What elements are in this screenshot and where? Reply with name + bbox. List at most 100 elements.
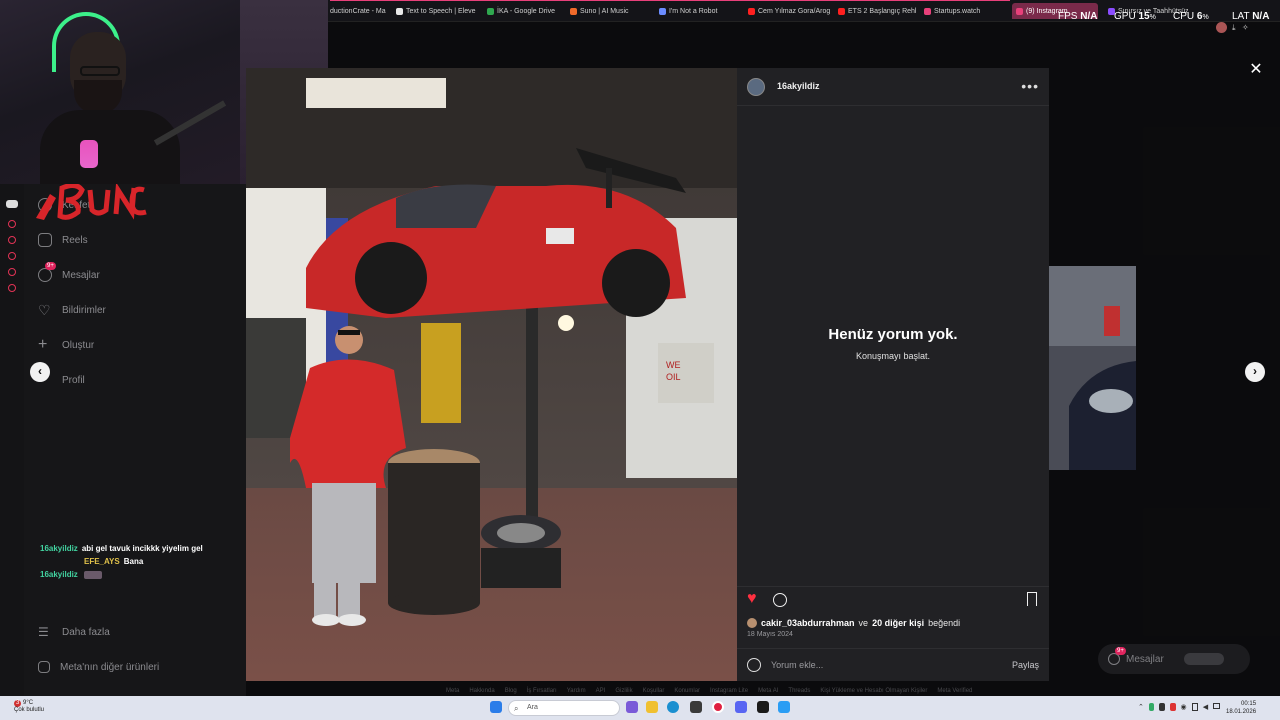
tray-app-icon[interactable]	[1159, 703, 1165, 711]
discord-icon[interactable]	[735, 701, 747, 713]
tray-app-icon[interactable]	[1148, 703, 1155, 711]
likes-suffix: beğendi	[928, 618, 961, 628]
discord-icon[interactable]	[6, 200, 18, 208]
weather-desc: Çok bulutlu	[14, 707, 45, 713]
messages-float-button[interactable]: 9+ Mesajlar	[1098, 644, 1250, 674]
more-options-icon[interactable]: •••	[1021, 78, 1039, 94]
tab-favicon-icon	[838, 7, 845, 15]
clock[interactable]: 00:15 18.01.2026	[1226, 700, 1256, 716]
copilot-icon[interactable]	[626, 701, 638, 713]
edge-icon[interactable]	[667, 701, 679, 713]
footer-link[interactable]: Meta	[446, 688, 459, 694]
browser-tab[interactable]: Startups.watch	[924, 3, 1004, 19]
download-icon[interactable]: ⤓	[1232, 23, 1236, 33]
post-username[interactable]: 16akyildiz	[777, 81, 820, 91]
footer-link[interactable]: Hakkında	[469, 688, 494, 694]
chat-username: 16akyildiz	[40, 570, 78, 579]
store-icon[interactable]	[690, 701, 702, 713]
chat-username: 16akyildiz	[40, 544, 78, 553]
profile-avatar-icon[interactable]	[1216, 22, 1227, 33]
streamer-toolbar	[0, 180, 24, 696]
settings-icon[interactable]	[8, 284, 16, 292]
tray-chevron-icon[interactable]: ⌃	[1138, 703, 1144, 713]
liker-avatar[interactable]	[747, 618, 757, 628]
garage-photo: WE OIL	[246, 68, 737, 681]
comment-input[interactable]: Yorum ekle...	[771, 660, 823, 670]
nav-create[interactable]: + Oluştur	[38, 334, 94, 356]
weather-badge: 3	[14, 700, 22, 707]
weather-widget[interactable]: 3 9°C Çok bulutlu	[14, 700, 44, 714]
browser-tab[interactable]: Cem Yılmaz Gora/Arog	[748, 3, 830, 19]
settings-icon[interactable]: ✧	[1242, 23, 1249, 32]
nav-reels[interactable]: Reels	[38, 229, 88, 251]
chat-icon[interactable]	[8, 252, 16, 260]
system-tray[interactable]: ⌃ ◉ ◀	[1138, 703, 1221, 713]
footer-link[interactable]: API	[596, 688, 606, 694]
battery-icon[interactable]	[1213, 703, 1221, 709]
browser-tab[interactable]: ETS 2 Başlangıç Rehbe	[838, 3, 916, 19]
network-icon[interactable]	[1191, 703, 1198, 711]
share-button[interactable]: Paylaş	[1012, 660, 1039, 670]
nav-messages[interactable]: 9+ Mesajlar	[38, 262, 100, 286]
post-date[interactable]: 18 Mayıs 2024	[747, 631, 793, 638]
footer-link[interactable]: Threads	[788, 688, 810, 694]
steam-icon[interactable]	[757, 701, 769, 713]
contact-avatars	[1183, 653, 1224, 665]
tray-app-icon[interactable]	[1169, 703, 1176, 711]
no-comments-title: Henüz yorum yok.	[828, 326, 958, 343]
tab-favicon-icon	[748, 7, 755, 15]
nav-meta-products[interactable]: Meta'nın diğer ürünleri	[38, 656, 159, 678]
footer-link[interactable]: Instagram Lite	[710, 688, 748, 694]
footer-link[interactable]: Blog	[505, 688, 517, 694]
footer-link[interactable]: Yardım	[567, 688, 586, 694]
browser-tab[interactable]: İKA - Google Drive	[487, 3, 561, 19]
footer-link[interactable]: Koşullar	[643, 688, 665, 694]
tab-label: İKA - Google Drive	[497, 7, 555, 15]
bookmark-icon[interactable]	[1027, 592, 1037, 606]
tab-favicon-icon	[487, 7, 494, 15]
messenger-icon: 9+	[1108, 647, 1126, 665]
windows-start-icon[interactable]	[490, 701, 502, 713]
fps-readout: FPS N/A	[1058, 11, 1098, 22]
liker-username[interactable]: cakir_03abdurrahman	[761, 618, 855, 628]
footer-link[interactable]: Konumlar	[674, 688, 700, 694]
next-post-preview[interactable]	[1049, 266, 1136, 470]
chat-message: abi gel tavuk incikkk yiyelim gel	[81, 544, 203, 553]
extension-icons[interactable]: ⤓ ✧	[1216, 22, 1264, 34]
avatar[interactable]	[747, 78, 765, 96]
shoulders	[40, 110, 180, 184]
nav-more[interactable]: ☰ Daha fazla	[38, 621, 110, 643]
chat-emote	[84, 570, 103, 579]
nav-label: Daha fazla	[62, 626, 110, 638]
volume-icon[interactable]: ◀	[1203, 703, 1208, 713]
footer-link[interactable]: Gizlilik	[615, 688, 632, 694]
browser-tab[interactable]: Text to Speech | Eleve	[396, 3, 478, 19]
tab-label: Startups.watch	[934, 7, 981, 15]
mic-icon[interactable]: ◉	[1181, 703, 1187, 713]
browser-tab[interactable]: ductionCrate - Mak	[320, 3, 386, 19]
clip-icon[interactable]	[8, 268, 16, 276]
opera-icon[interactable]	[712, 701, 724, 713]
footer-link[interactable]: İş Fırsatları	[527, 688, 557, 694]
file-explorer-icon[interactable]	[646, 701, 658, 713]
close-icon[interactable]: ✕	[1248, 62, 1264, 78]
app-icon[interactable]	[778, 701, 790, 713]
cpu-readout: CPU 6%	[1173, 11, 1209, 22]
nav-notifications[interactable]: ♡ Bildirimler	[38, 299, 106, 321]
tab-favicon-icon	[570, 7, 577, 15]
nav-label: Mesajlar	[62, 269, 100, 281]
footer-link[interactable]: Meta Verified	[937, 688, 972, 694]
comment-icon[interactable]	[773, 593, 787, 607]
footer-link[interactable]: Meta AI	[758, 688, 778, 694]
like-heart-icon[interactable]: ♥	[747, 591, 757, 607]
others-count[interactable]: 20 diğer kişi	[872, 618, 924, 628]
browser-tab[interactable]: Suno | AI Music	[570, 3, 652, 19]
taskbar-search[interactable]: ⌕ Ara	[508, 700, 620, 716]
browser-tab[interactable]: I'm Not a Robot	[659, 3, 739, 19]
footer-link[interactable]: Kişi Yükleme ve Hesabı Olmayan Kişiler	[820, 688, 927, 694]
record-icon[interactable]	[8, 220, 16, 228]
previous-post-button[interactable]: ‹	[30, 362, 50, 382]
emoji-icon[interactable]	[747, 658, 761, 672]
play-icon[interactable]	[8, 236, 16, 244]
next-post-button[interactable]: ›	[1245, 362, 1265, 382]
